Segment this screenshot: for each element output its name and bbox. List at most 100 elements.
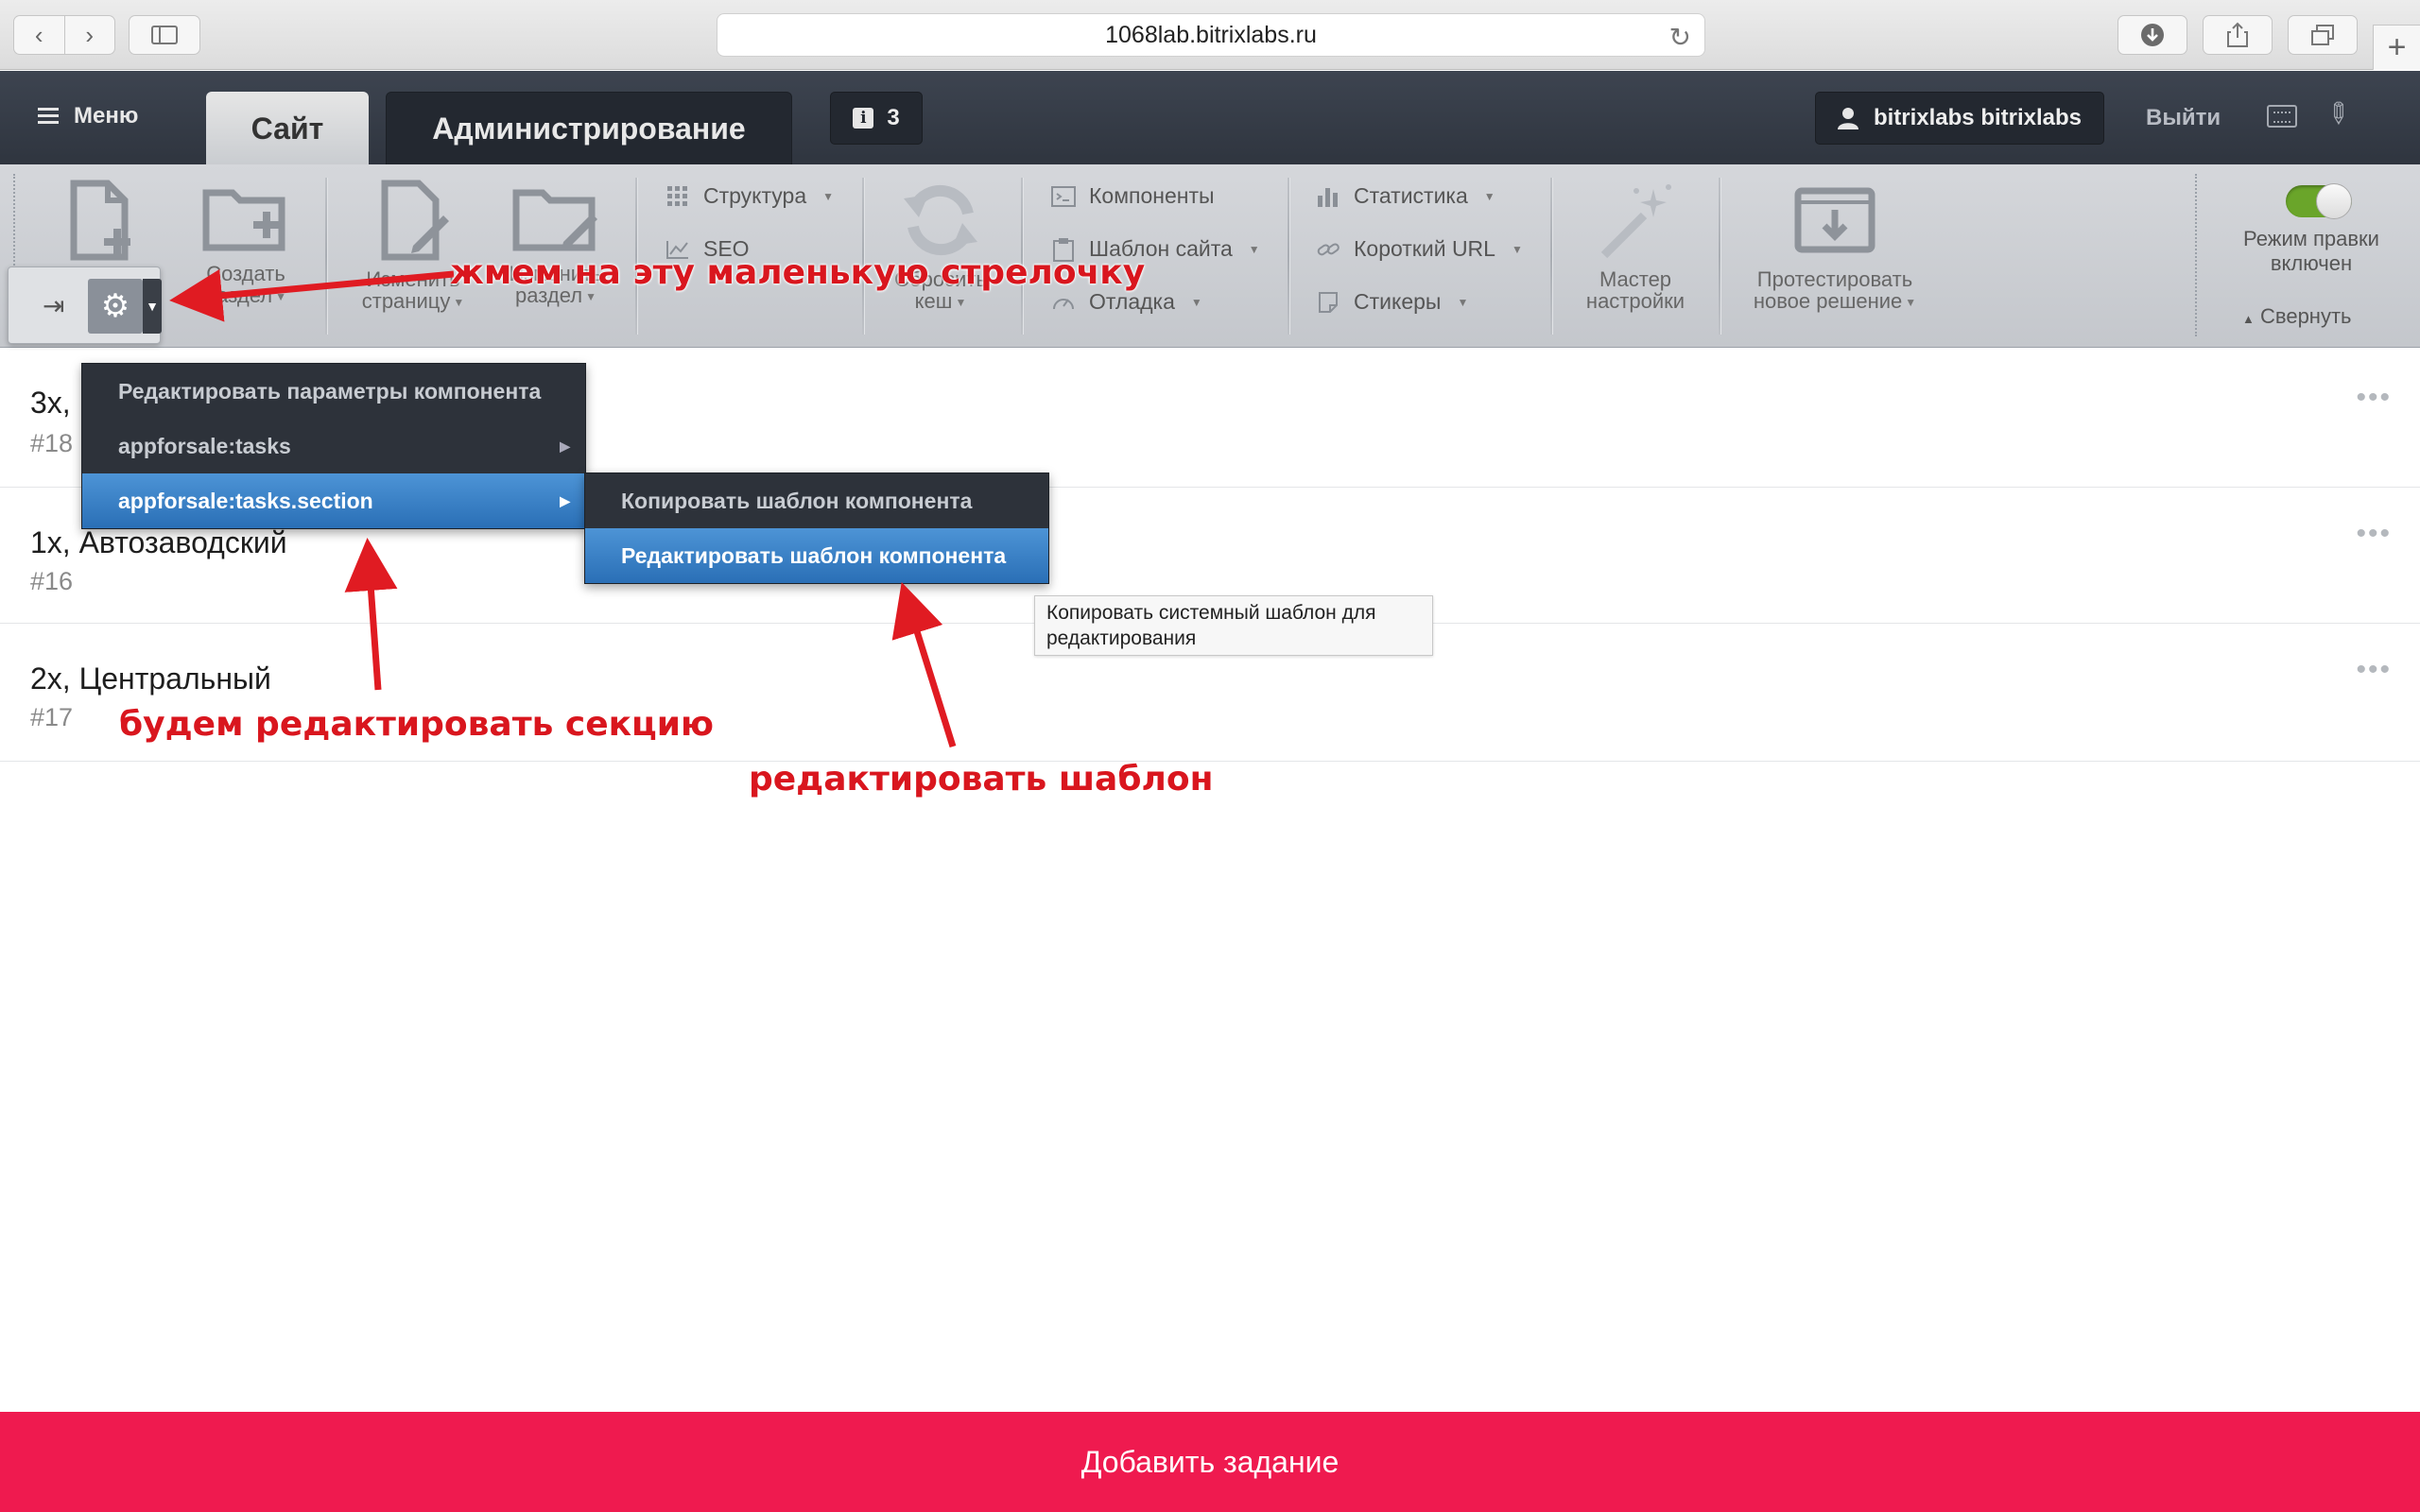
share-icon[interactable] [2203, 15, 2273, 55]
annotation-edit-section: будем редактировать секцию [119, 705, 714, 744]
admin-panel-top: Меню Сайт Администрирование i 3 bitrixla… [0, 71, 2420, 165]
url-text: 1068lab.bitrixlabs.ru [1105, 21, 1317, 48]
address-bar[interactable]: 1068lab.bitrixlabs.ru ↻ [717, 13, 1705, 57]
short-url-label: Короткий URL [1354, 236, 1495, 261]
downloads-icon[interactable] [2118, 15, 2187, 55]
create-section-button[interactable]: Создать раздел ▼ [195, 180, 297, 308]
menu-item-label: Редактировать параметры компонента [118, 378, 542, 404]
edit-mode-line2: включен [2270, 251, 2353, 275]
item-id: #18 [30, 429, 74, 457]
create-page-button[interactable] [55, 180, 149, 268]
test-solution-line1: Протестировать [1756, 267, 1913, 291]
chevron-right-icon: ▶ [560, 438, 570, 454]
menu-item-edit-params[interactable]: Редактировать параметры компонента [82, 364, 585, 419]
component-submenu: Копировать шаблон компонента Редактирова… [584, 472, 1049, 584]
item-id: #17 [30, 703, 74, 731]
component-menu-arrow[interactable]: ▼ [143, 279, 162, 334]
forward-icon[interactable]: › [63, 16, 115, 54]
stickers-button[interactable]: Стикеры ▼ [1316, 289, 1468, 315]
menu-item-copy-template[interactable]: Копировать шаблон компонента [585, 473, 1048, 528]
chevron-right-icon: ▶ [560, 492, 570, 508]
wizard-line2: настройки [1585, 289, 1685, 313]
wizard-line1: Мастер [1599, 267, 1672, 291]
separator [325, 178, 327, 335]
more-icon[interactable]: ••• [2356, 654, 2392, 686]
menu-item-edit-template[interactable]: Редактировать шаблон компонента [585, 528, 1048, 583]
more-icon[interactable]: ••• [2356, 382, 2392, 414]
tab-site[interactable]: Сайт [206, 92, 369, 165]
user-icon [1837, 108, 1858, 129]
item-title: 2х, Центральный [30, 662, 271, 696]
menu-item-tasks[interactable]: appforsale:tasks ▶ [82, 419, 585, 473]
sticker-icon [1316, 290, 1340, 315]
chevron-down-icon: ▼ [1248, 242, 1260, 256]
toggle-knob [2316, 183, 2352, 219]
menu-item-label: Копировать шаблон компонента [621, 488, 973, 513]
gauge-icon [1051, 290, 1076, 315]
menu-item-label: appforsale:tasks [118, 433, 291, 458]
grid-icon [666, 184, 690, 209]
menu-item-label: appforsale:tasks.section [118, 488, 373, 513]
new-folder-icon [202, 189, 285, 251]
back-icon[interactable]: ‹ [14, 16, 64, 54]
debug-button[interactable]: Отладка ▼ [1051, 289, 1202, 315]
structure-button[interactable]: Структура ▼ [666, 183, 834, 209]
reset-cache-button[interactable]: Сбросить кеш ▼ [879, 180, 1002, 314]
user-name: bitrixlabs bitrixlabs [1873, 105, 2083, 130]
create-section-line1: Создать [206, 262, 285, 285]
separator [1719, 178, 1720, 335]
menu-label: Меню [74, 103, 139, 129]
bar-chart-icon [1316, 184, 1340, 209]
component-toolbar: ⇥ ⚙ ▼ [8, 266, 162, 344]
stickers-label: Стикеры [1354, 289, 1442, 314]
refresh-icon [904, 184, 977, 256]
annotation-click-arrow: жмем на эту маленькую стрелочку [450, 253, 1146, 292]
keyboard-icon[interactable] [2267, 105, 2297, 128]
drag-grip[interactable] [2195, 174, 2201, 336]
tooltip-line2: редактирования [1046, 627, 1197, 649]
new-page-icon [70, 180, 130, 261]
statistics-label: Статистика [1354, 183, 1468, 208]
add-task-button[interactable]: Добавить задание [0, 1412, 2420, 1512]
debug-label: Отладка [1089, 289, 1175, 314]
gear-icon[interactable]: ⚙ [88, 279, 143, 334]
menu-button[interactable]: Меню [38, 103, 138, 129]
edit-mode-label: Режим правки включен [2221, 227, 2401, 276]
chevron-down-icon: ▼ [955, 295, 967, 309]
browser-toolbar: ‹ › 1068lab.bitrixlabs.ru ↻ + [0, 0, 2420, 70]
component-context-menu: Редактировать параметры компонента appfo… [81, 363, 586, 529]
collapse-button[interactable]: ▲ Свернуть [2242, 304, 2352, 329]
more-icon[interactable]: ••• [2356, 518, 2392, 550]
short-url-button[interactable]: Короткий URL ▼ [1316, 236, 1523, 262]
chevron-down-icon: ▼ [1190, 295, 1202, 309]
tab-administration[interactable]: Администрирование [386, 92, 792, 165]
create-section-line2: раздел [205, 284, 273, 307]
magic-wand-icon [1600, 184, 1671, 259]
edit-mode-toggle[interactable] [2286, 183, 2352, 219]
reload-icon[interactable]: ↻ [1669, 22, 1691, 53]
new-tab-icon[interactable]: + [2373, 25, 2420, 70]
components-button[interactable]: Компоненты [1051, 183, 1215, 209]
wizard-button[interactable]: Мастер настройки [1571, 180, 1700, 312]
logout-link[interactable]: Выйти [2146, 105, 2221, 131]
notifications-count: 3 [887, 105, 900, 130]
components-label: Компоненты [1089, 183, 1215, 208]
history-nav: ‹ › [13, 15, 115, 55]
tooltip: Копировать системный шаблон для редактир… [1034, 595, 1433, 656]
user-button[interactable]: bitrixlabs bitrixlabs [1815, 92, 2104, 145]
chevron-down-icon: ▼ [1511, 242, 1523, 256]
pin-icon[interactable]: ⇥ [43, 290, 64, 321]
sidebar-toggle-icon[interactable] [129, 15, 200, 55]
hamburger-icon [38, 108, 59, 125]
admin-panel-toolbar: Создать раздел ▼ Изменить страницу ▼ Измен… [0, 164, 2420, 348]
edit-mode-line1: Режим правки [2243, 227, 2379, 250]
notifications-button[interactable]: i 3 [830, 92, 923, 145]
edit-page-button[interactable]: Изменить страницу ▼ [354, 180, 473, 314]
edit-page-line2: страницу [361, 289, 451, 313]
edit-page-line1: Изменить [366, 267, 460, 291]
menu-item-tasks-section[interactable]: appforsale:tasks.section ▶ [82, 473, 585, 528]
test-solution-button[interactable]: Протестировать новое решение ▼ [1743, 180, 1927, 314]
pin-icon[interactable]: ✎ [2317, 94, 2358, 134]
tabs-overview-icon[interactable] [2288, 15, 2358, 55]
statistics-button[interactable]: Статистика ▼ [1316, 183, 1495, 209]
